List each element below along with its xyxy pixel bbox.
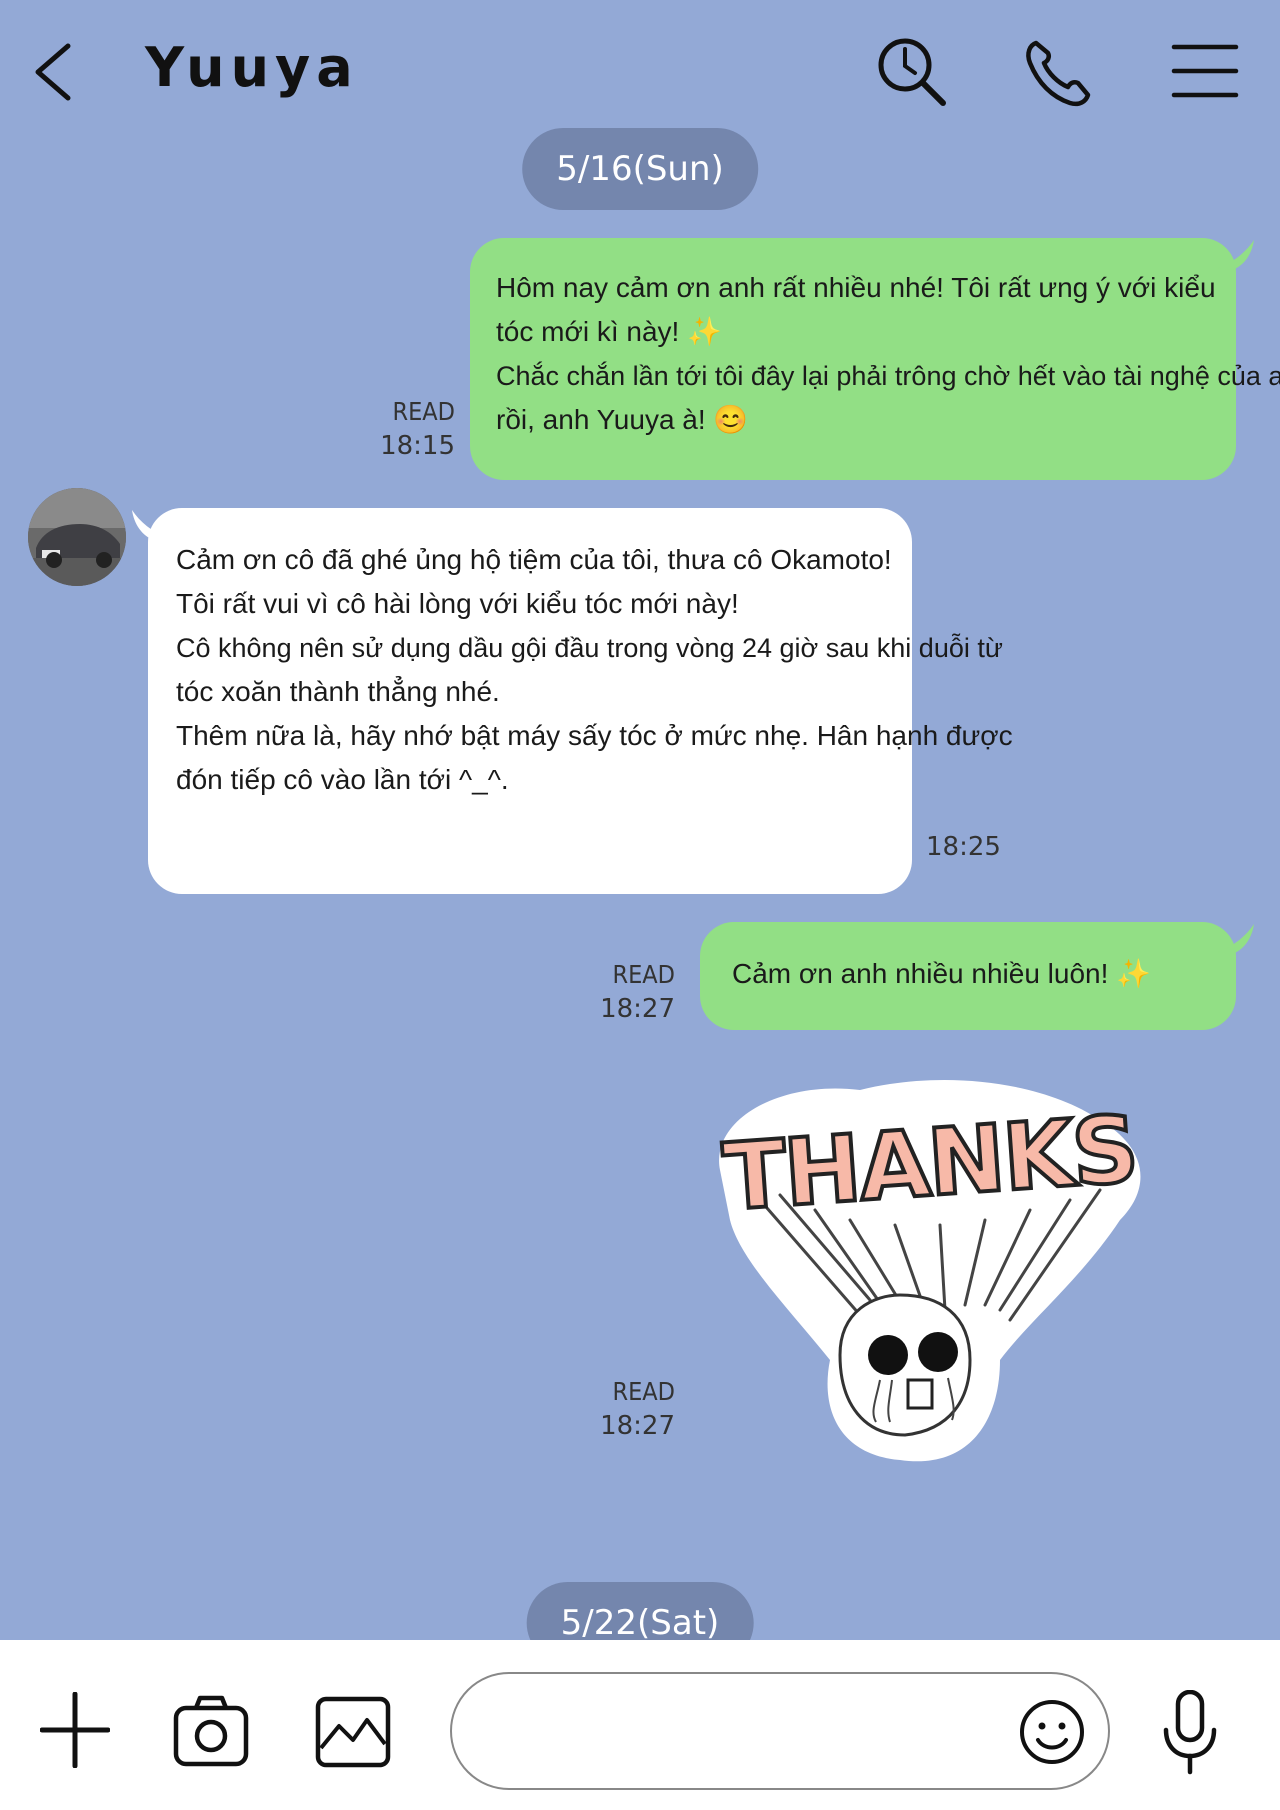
message-line: Hôm nay cảm ơn anh rất nhiều nhé! Tôi rấ… [496,272,1216,303]
back-icon[interactable] [30,42,80,102]
message-line: Tôi rất vui vì cô hài lòng với kiểu tóc … [176,588,739,619]
message-line: Cô không nên sử dụng dầu gội đầu trong v… [176,633,1003,663]
message-line: Cảm ơn cô đã ghé ủng hộ tiệm của tôi, th… [176,544,892,575]
message-time: 18:27 [600,1411,675,1441]
menu-icon[interactable] [1170,35,1244,109]
chat-title: Yuuya [145,36,359,99]
emoji-icon[interactable] [1018,1698,1086,1766]
read-status: READ [392,397,455,426]
camera-icon[interactable] [172,1694,250,1768]
read-status: READ [612,960,675,989]
message-bubble-outgoing[interactable]: Hôm nay cảm ơn anh rất nhiều nhé! Tôi rấ… [470,238,1280,480]
bubble-tail [1218,924,1254,954]
message-line: đón tiếp cô vào lần tới ^_^. [176,764,509,795]
message-line: tóc xoăn thành thẳng nhé. [176,676,500,707]
plus-icon[interactable] [39,1691,111,1769]
bubble-tail [132,510,168,540]
chat-header: Yuuya [0,0,1280,140]
message-line: Cảm ơn anh nhiều nhiều luôn! ✨ [732,958,1152,989]
phone-icon[interactable] [1022,35,1096,109]
message-meta: READ 18:15 [330,395,455,463]
message-line: Chắc chắn lần tới tôi đây lại phải trông… [496,361,1280,391]
microphone-icon[interactable] [1160,1689,1220,1776]
bubble-tail [1218,240,1254,270]
search-icon[interactable] [875,35,949,109]
message-line: rồi, anh Yuuya à! 😊 [496,404,749,435]
message-bubble-incoming[interactable]: Cảm ơn cô đã ghé ủng hộ tiệm của tôi, th… [148,508,1013,894]
thanks-sticker[interactable]: THANKS [700,1060,1160,1480]
read-status: READ [612,1377,675,1406]
message-line: Thêm nữa là, hãy nhớ bật máy sấy tóc ở m… [176,720,1013,751]
message-input[interactable] [450,1672,1110,1790]
message-meta: READ 18:27 [560,958,675,1026]
message-time: 18:27 [600,994,675,1024]
message-time: 18:25 [926,832,1001,862]
input-bar [0,1640,1280,1810]
date-separator: 5/16(Sun) [522,128,758,210]
message-meta: 18:25 [926,830,1026,864]
avatar[interactable] [28,488,126,586]
image-icon[interactable] [315,1696,391,1768]
message-bubble-outgoing[interactable]: Cảm ơn anh nhiều nhiều luôn! ✨ [700,922,1236,1030]
message-time: 18:15 [380,431,455,461]
message-line: tóc mới kì này! ✨ [496,316,722,347]
message-meta: READ 18:27 [560,1375,675,1443]
